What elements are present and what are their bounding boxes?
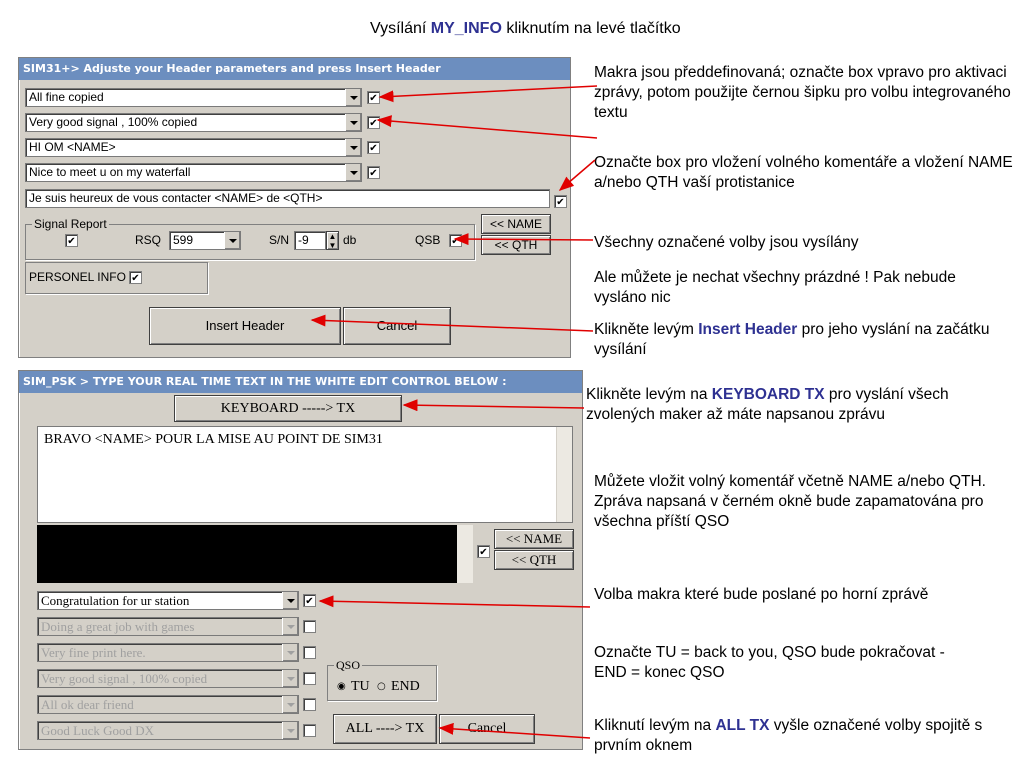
arrow-comment [558, 159, 596, 191]
arrow-macro-1 [378, 85, 598, 103]
arrow-keyboard-tx [402, 399, 585, 412]
arrow-qsb [453, 233, 594, 246]
pointer-arrows [310, 85, 598, 739]
arrow-insert-header [310, 314, 594, 332]
arrow-macro-2 [376, 115, 598, 139]
arrow-all-tx [438, 722, 591, 739]
arrow-psk-macro [318, 595, 591, 608]
